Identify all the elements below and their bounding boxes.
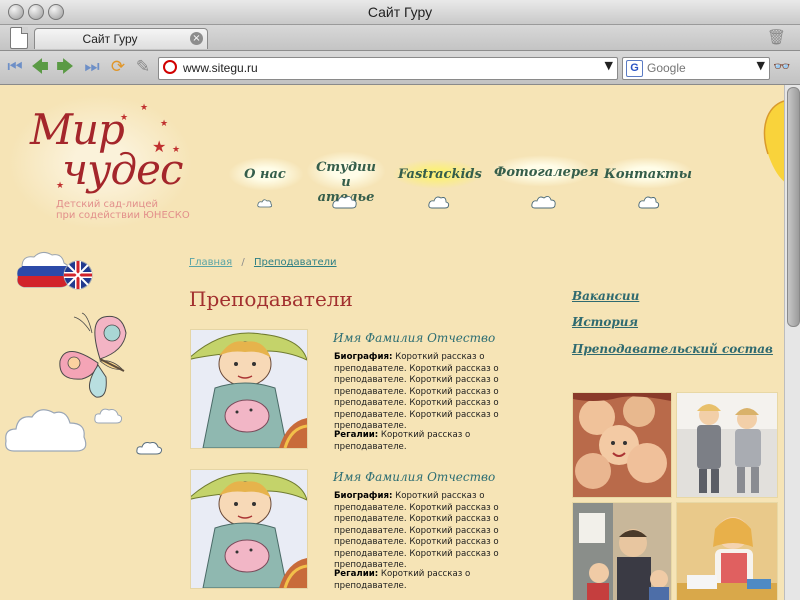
cloud-icon — [257, 199, 273, 208]
nav-contacts-label: Контакты — [604, 167, 692, 182]
nav-contacts[interactable]: Контакты — [604, 167, 692, 182]
search-input[interactable] — [647, 60, 747, 75]
back-icon[interactable]: 🡄 — [30, 57, 50, 77]
sun-decoration-icon — [763, 100, 784, 182]
gallery-photo[interactable] — [572, 392, 672, 498]
sidebar-link-staff[interactable]: Преподавательский состав — [572, 342, 773, 356]
trash-icon[interactable]: 🗑 — [767, 28, 786, 46]
cloud-icon — [332, 195, 357, 209]
forward-icon[interactable]: 🡆 — [55, 57, 75, 77]
kids-photo-icon — [573, 503, 671, 600]
teacher-photo[interactable] — [190, 469, 308, 589]
nav-fastrackids-label: Fastrackids — [398, 167, 482, 182]
teacher-name[interactable]: Имя Фамилия Отчество — [333, 331, 495, 345]
star-icon: ★ — [140, 103, 149, 113]
star-icon: ★ — [120, 113, 129, 123]
teacher-regalia: Регалии: Короткий рассказ о преподавател… — [334, 569, 512, 592]
fast-forward-icon[interactable]: ⏭ — [82, 57, 102, 77]
page-viewport: Мир чудес ★ ★ ★ ★ ★ ★ Детский сад-лицей … — [0, 85, 784, 600]
english-flag-icon[interactable] — [63, 260, 93, 290]
teacher-photo[interactable] — [190, 329, 308, 449]
kids-photo-icon — [677, 503, 777, 600]
teacher-bio: Биография: Короткий рассказ о преподават… — [334, 491, 512, 572]
teacher-regalia: Регалии: Короткий рассказ о преподавател… — [334, 430, 512, 453]
gallery-photo[interactable] — [676, 502, 778, 600]
search-dropdown-icon[interactable]: ▼ — [757, 59, 765, 72]
sidebar-link-vacancies[interactable]: Вакансии — [572, 289, 639, 303]
nav-gallery-label: Фотогалерея — [494, 165, 599, 180]
nav-gallery[interactable]: Фотогалерея — [494, 165, 599, 180]
breadcrumb-separator: / — [241, 257, 245, 268]
cloud-icon — [94, 408, 123, 424]
bio-text: Короткий рассказ о преподавателе. Коротк… — [334, 352, 499, 431]
logo-subtitle: Детский сад-лицей при содействии ЮНЕСКО — [56, 199, 196, 221]
star-icon: ★ — [160, 119, 169, 129]
search-box[interactable]: G ▼ — [622, 57, 770, 80]
language-switcher — [17, 251, 93, 290]
cloud-icon — [5, 409, 87, 452]
window-titlebar: Сайт Гуру — [0, 0, 800, 25]
bio-label: Биография: — [334, 491, 393, 501]
tab-label: Сайт Гуру — [82, 32, 138, 46]
cloud-icon — [638, 196, 660, 209]
cloud-icon — [531, 195, 556, 209]
breadcrumb: Главная / Преподаватели — [189, 257, 337, 268]
bio-label: Биография: — [334, 352, 393, 362]
window-title: Сайт Гуру — [367, 4, 433, 20]
regalia-label: Регалии: — [334, 430, 379, 440]
cloud-icon — [428, 196, 450, 209]
address-bar[interactable]: www.sitegu.ru ▼ — [158, 57, 618, 80]
sidebar-link-history[interactable]: История — [572, 315, 638, 329]
page-title: Преподаватели — [189, 287, 353, 311]
cloud-icon — [136, 442, 163, 455]
breadcrumb-home-link[interactable]: Главная — [189, 257, 232, 268]
breadcrumb-current[interactable]: Преподаватели — [254, 257, 337, 268]
tab-active[interactable]: Сайт Гуру × — [34, 28, 208, 49]
nav-fastrackids[interactable]: Fastrackids — [398, 167, 482, 182]
regalia-label: Регалии: — [334, 569, 379, 579]
address-url: www.sitegu.ru — [183, 61, 258, 75]
nav-about[interactable]: О нас — [237, 167, 293, 182]
tab-bar: Сайт Гуру × 🗑 — [0, 25, 800, 51]
kids-photo-icon — [677, 393, 777, 497]
address-dropdown-icon[interactable]: ▼ — [605, 59, 613, 72]
gallery-photo[interactable] — [572, 502, 672, 600]
star-icon: ★ — [152, 137, 167, 156]
teacher-illustration-icon — [191, 330, 307, 448]
new-tab-icon[interactable] — [10, 27, 28, 49]
navigation-toolbar: ⏮ 🡄 🡆 ⏭ ⟳ ✎ www.sitegu.ru ▼ G ▼ 👓 — [0, 51, 800, 85]
nav-about-label: О нас — [244, 167, 286, 182]
logo-subtitle-line1: Детский сад-лицей — [56, 199, 159, 210]
kids-photo-icon — [573, 393, 671, 497]
gallery-photo[interactable] — [676, 392, 778, 498]
rewind-icon[interactable]: ⏮ — [5, 57, 25, 77]
reader-glasses-icon[interactable]: 👓 — [773, 59, 790, 75]
reload-icon[interactable]: ⟳ — [108, 57, 128, 77]
site-favicon-icon — [163, 60, 177, 74]
vertical-scrollbar[interactable] — [784, 85, 800, 600]
scrollbar-thumb[interactable] — [787, 87, 800, 327]
nav-studios-label: Студии — [316, 160, 376, 175]
teacher-name[interactable]: Имя Фамилия Отчество — [333, 470, 495, 484]
edit-icon[interactable]: ✎ — [133, 57, 153, 77]
teacher-illustration-icon — [191, 470, 307, 588]
teacher-bio: Биография: Короткий рассказ о преподават… — [334, 352, 512, 433]
star-icon: ★ — [172, 145, 181, 155]
star-icon: ★ — [56, 181, 65, 191]
logo-subtitle-line2: при содействии ЮНЕСКО — [56, 210, 190, 221]
google-icon[interactable]: G — [626, 60, 643, 77]
close-tab-icon[interactable]: × — [190, 32, 203, 45]
butterfly-icon — [59, 312, 127, 398]
bio-text: Короткий рассказ о преподавателе. Коротк… — [334, 491, 499, 570]
